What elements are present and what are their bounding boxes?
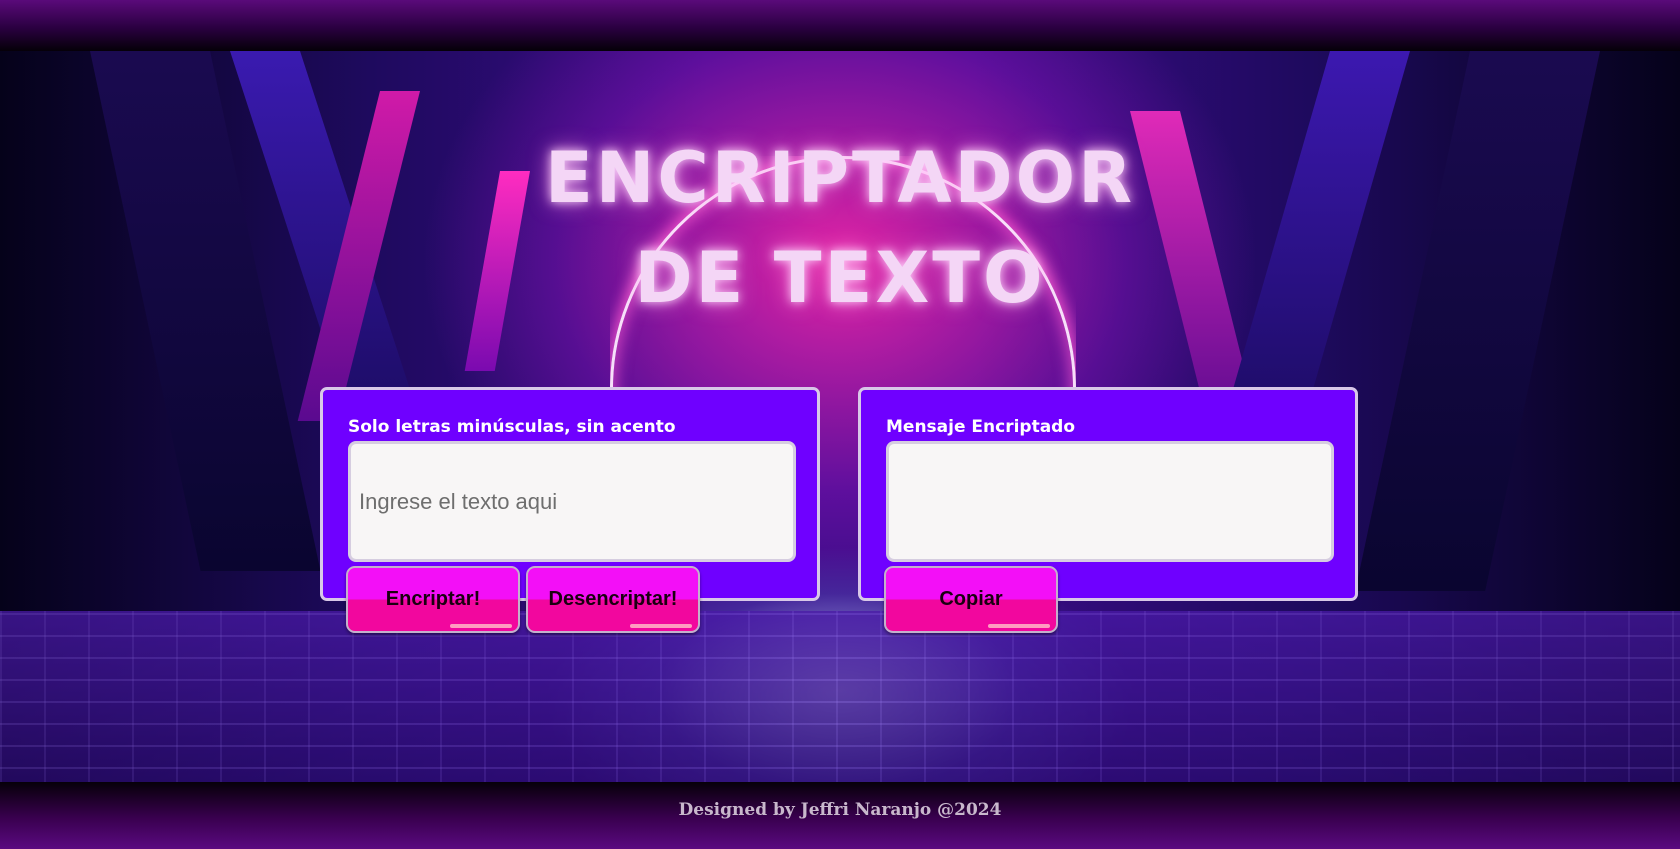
top-bar (0, 0, 1680, 51)
title-line-1: ENCRIPTADOR (544, 137, 1136, 219)
encrypt-button[interactable]: Encriptar! (346, 566, 520, 633)
button-accent (630, 624, 692, 628)
input-label: Solo letras minúsculas, sin acento (348, 417, 676, 437)
decrypt-button-label: Desencriptar! (548, 588, 678, 610)
title-line-2: DE TEXTO (634, 237, 1046, 319)
decrypt-button[interactable]: Desencriptar! (526, 566, 700, 633)
crystal-shard (1355, 51, 1600, 591)
text-input[interactable] (348, 441, 796, 562)
encrypt-button-label: Encriptar! (385, 588, 481, 610)
footer: Designed by Jeffri Naranjo @2024 (0, 782, 1680, 849)
page-title: ENCRIPTADOR DE TEXTO (340, 128, 1340, 328)
grid-floor (0, 611, 1680, 782)
copy-button[interactable]: Copiar (884, 566, 1058, 633)
copy-button-label: Copiar (939, 588, 1003, 610)
output-label: Mensaje Encriptado (886, 417, 1076, 437)
button-accent (450, 624, 512, 628)
button-accent (988, 624, 1050, 628)
output-textarea[interactable] (886, 441, 1334, 562)
footer-credit: Designed by Jeffri Naranjo @2024 (678, 800, 1002, 820)
